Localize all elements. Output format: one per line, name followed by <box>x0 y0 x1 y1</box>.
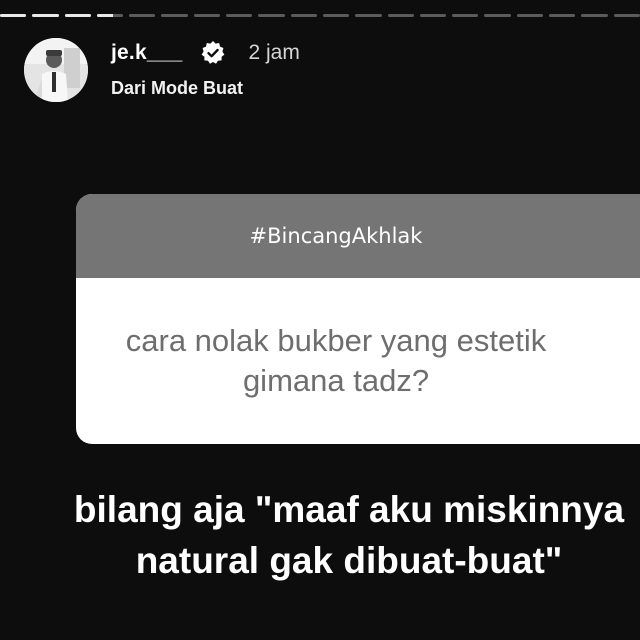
story-subtitle[interactable]: Dari Mode Buat <box>111 78 243 99</box>
progress-segment <box>549 14 576 17</box>
progress-segment <box>387 14 414 17</box>
caption-line-1: bilang aja "maaf aku miskinnya <box>73 489 625 530</box>
story-header: je.k___ 2 jam Dari Mode Buat <box>22 36 620 106</box>
story-progress-bar <box>0 14 640 17</box>
question-sticker-header: #BincangAkhlak <box>76 194 640 278</box>
question-tag: #BincangAkhlak <box>249 224 423 248</box>
caption-line-2: natural gak dibuat-buat" <box>135 540 563 581</box>
progress-segment <box>452 14 479 17</box>
progress-segment <box>226 14 253 17</box>
progress-segment <box>193 14 221 17</box>
progress-segment <box>419 14 447 17</box>
question-sticker: #BincangAkhlak cara nolak bukber yang es… <box>76 194 640 444</box>
progress-segment-fill <box>64 14 91 17</box>
profile-photo-icon <box>24 38 88 102</box>
username[interactable]: je.k___ <box>111 41 182 65</box>
progress-segment <box>258 14 285 17</box>
progress-segment <box>64 14 91 17</box>
progress-segment-fill <box>32 14 59 17</box>
progress-segment <box>290 14 317 17</box>
avatar[interactable] <box>24 38 88 102</box>
progress-segment-fill <box>0 14 27 17</box>
progress-segment <box>484 14 511 17</box>
verified-badge-icon <box>200 40 226 66</box>
progress-segment <box>613 14 640 17</box>
progress-segment <box>96 14 124 17</box>
question-text: cara nolak bukber yang estetik gimana ta… <box>125 323 547 398</box>
post-time: 2 jam <box>248 41 300 64</box>
progress-segment <box>0 14 27 17</box>
progress-segment <box>581 14 608 17</box>
progress-segment <box>516 14 544 17</box>
progress-segment <box>355 14 382 17</box>
question-sticker-body: cara nolak bukber yang estetik gimana ta… <box>76 278 640 444</box>
story-caption: bilang aja "maaf aku miskinnya natural g… <box>0 484 640 586</box>
progress-segment <box>161 14 188 17</box>
progress-segment <box>32 14 59 17</box>
progress-segment <box>322 14 350 17</box>
progress-segment-fill <box>96 14 113 17</box>
progress-segment <box>129 14 156 17</box>
